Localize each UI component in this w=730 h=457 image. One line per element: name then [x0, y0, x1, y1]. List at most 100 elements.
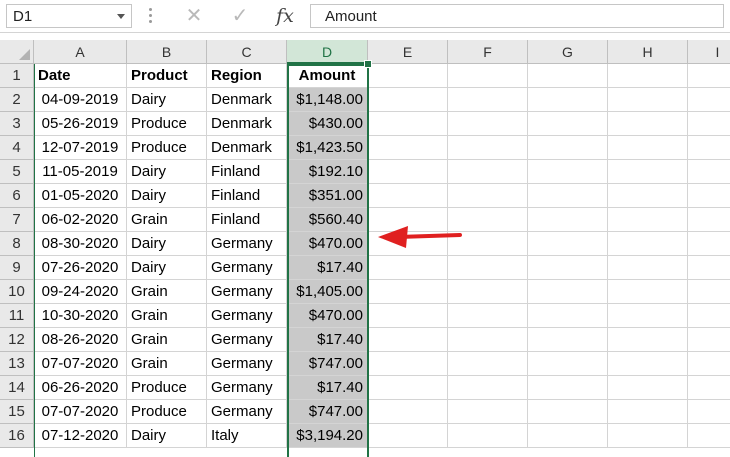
cell-f11[interactable]	[448, 304, 528, 328]
cell-e1[interactable]	[368, 64, 448, 88]
cell-b3[interactable]: Produce	[127, 112, 207, 136]
row-header-9[interactable]: 9	[0, 256, 34, 280]
cell-f6[interactable]	[448, 184, 528, 208]
cell-a12[interactable]: 08-26-2020	[34, 328, 127, 352]
cell-h13[interactable]	[608, 352, 688, 376]
cell-b4[interactable]: Produce	[127, 136, 207, 160]
cancel-icon[interactable]: ✕	[180, 4, 208, 28]
cell-a5[interactable]: 11-05-2019	[34, 160, 127, 184]
cell-c9[interactable]: Germany	[207, 256, 287, 280]
cell-i2[interactable]	[688, 88, 730, 112]
cell-g9[interactable]	[528, 256, 608, 280]
cell-h2[interactable]	[608, 88, 688, 112]
cell-i4[interactable]	[688, 136, 730, 160]
cell-d8[interactable]: $470.00	[287, 232, 368, 256]
cell-a7[interactable]: 06-02-2020	[34, 208, 127, 232]
cell-g12[interactable]	[528, 328, 608, 352]
cell-c16[interactable]: Italy	[207, 424, 287, 448]
cell-a2[interactable]: 04-09-2019	[34, 88, 127, 112]
cell-e2[interactable]	[368, 88, 448, 112]
cell-c1[interactable]: Region	[207, 64, 287, 88]
cell-b10[interactable]: Grain	[127, 280, 207, 304]
cell-i1[interactable]	[688, 64, 730, 88]
column-header-i[interactable]: I	[688, 40, 730, 64]
cell-h9[interactable]	[608, 256, 688, 280]
cell-g6[interactable]	[528, 184, 608, 208]
cell-g10[interactable]	[528, 280, 608, 304]
row-header-8[interactable]: 8	[0, 232, 34, 256]
cell-i9[interactable]	[688, 256, 730, 280]
cell-g1[interactable]	[528, 64, 608, 88]
cell-d13[interactable]: $747.00	[287, 352, 368, 376]
cell-c15[interactable]: Germany	[207, 400, 287, 424]
cell-b14[interactable]: Produce	[127, 376, 207, 400]
row-header-10[interactable]: 10	[0, 280, 34, 304]
row-header-16[interactable]: 16	[0, 424, 34, 448]
cell-a16[interactable]: 07-12-2020	[34, 424, 127, 448]
row-header-4[interactable]: 4	[0, 136, 34, 160]
cell-h6[interactable]	[608, 184, 688, 208]
row-header-6[interactable]: 6	[0, 184, 34, 208]
cell-d11[interactable]: $470.00	[287, 304, 368, 328]
cell-h3[interactable]	[608, 112, 688, 136]
name-box-dropdown-icon[interactable]	[117, 14, 125, 19]
cell-a1[interactable]: Date	[34, 64, 127, 88]
cell-g3[interactable]	[528, 112, 608, 136]
cell-e15[interactable]	[368, 400, 448, 424]
cell-a14[interactable]: 06-26-2020	[34, 376, 127, 400]
cell-e6[interactable]	[368, 184, 448, 208]
cell-i3[interactable]	[688, 112, 730, 136]
cell-b5[interactable]: Dairy	[127, 160, 207, 184]
cell-h5[interactable]	[608, 160, 688, 184]
cell-e13[interactable]	[368, 352, 448, 376]
cell-d12[interactable]: $17.40	[287, 328, 368, 352]
row-header-5[interactable]: 5	[0, 160, 34, 184]
cell-f5[interactable]	[448, 160, 528, 184]
cell-g7[interactable]	[528, 208, 608, 232]
row-header-13[interactable]: 13	[0, 352, 34, 376]
cell-a15[interactable]: 07-07-2020	[34, 400, 127, 424]
cell-d2[interactable]: $1,148.00	[287, 88, 368, 112]
cell-c8[interactable]: Germany	[207, 232, 287, 256]
cell-h16[interactable]	[608, 424, 688, 448]
cell-b12[interactable]: Grain	[127, 328, 207, 352]
cell-c13[interactable]: Germany	[207, 352, 287, 376]
cell-a11[interactable]: 10-30-2020	[34, 304, 127, 328]
cell-f2[interactable]	[448, 88, 528, 112]
cell-i7[interactable]	[688, 208, 730, 232]
cell-e9[interactable]	[368, 256, 448, 280]
column-header-e[interactable]: E	[368, 40, 448, 64]
cell-f15[interactable]	[448, 400, 528, 424]
column-header-b[interactable]: B	[127, 40, 207, 64]
cell-g4[interactable]	[528, 136, 608, 160]
cell-h12[interactable]	[608, 328, 688, 352]
cell-a10[interactable]: 09-24-2020	[34, 280, 127, 304]
cell-i8[interactable]	[688, 232, 730, 256]
row-header-7[interactable]: 7	[0, 208, 34, 232]
cell-g14[interactable]	[528, 376, 608, 400]
cell-i11[interactable]	[688, 304, 730, 328]
formula-bar-grip-icon[interactable]	[147, 7, 153, 25]
cell-d6[interactable]: $351.00	[287, 184, 368, 208]
cell-b7[interactable]: Grain	[127, 208, 207, 232]
cell-f14[interactable]	[448, 376, 528, 400]
cell-e12[interactable]	[368, 328, 448, 352]
cell-c3[interactable]: Denmark	[207, 112, 287, 136]
column-header-f[interactable]: F	[448, 40, 528, 64]
cell-a9[interactable]: 07-26-2020	[34, 256, 127, 280]
cell-d3[interactable]: $430.00	[287, 112, 368, 136]
cell-h14[interactable]	[608, 376, 688, 400]
cell-g13[interactable]	[528, 352, 608, 376]
cell-e11[interactable]	[368, 304, 448, 328]
cell-e14[interactable]	[368, 376, 448, 400]
cell-d16[interactable]: $3,194.20	[287, 424, 368, 448]
column-header-a[interactable]: A	[34, 40, 127, 64]
cell-h4[interactable]	[608, 136, 688, 160]
cell-i15[interactable]	[688, 400, 730, 424]
column-header-c[interactable]: C	[207, 40, 287, 64]
cell-e3[interactable]	[368, 112, 448, 136]
column-header-g[interactable]: G	[528, 40, 608, 64]
cell-c5[interactable]: Finland	[207, 160, 287, 184]
cell-f1[interactable]	[448, 64, 528, 88]
cell-d4[interactable]: $1,423.50	[287, 136, 368, 160]
